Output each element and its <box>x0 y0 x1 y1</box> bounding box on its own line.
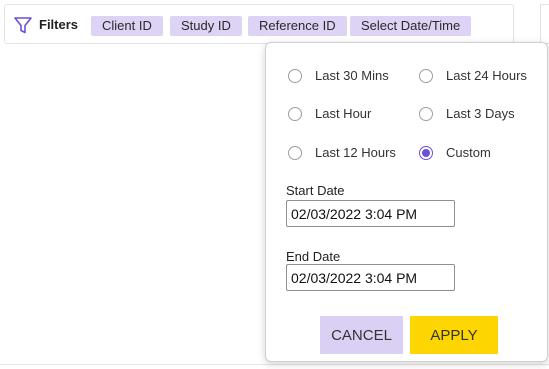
radio-button[interactable] <box>288 107 302 121</box>
date-time-dropdown: Last 30 Mins Last 24 Hours Last Hour Las… <box>265 42 548 362</box>
chip-study-id[interactable]: Study ID <box>170 16 242 36</box>
option-label: Last 12 Hours <box>315 145 396 160</box>
radio-button-selected[interactable] <box>419 146 433 160</box>
option-label: Last 24 Hours <box>446 68 527 83</box>
chip-select-date-time[interactable]: Select Date/Time <box>350 16 472 36</box>
start-date-label: Start Date <box>286 183 345 198</box>
start-date-input[interactable] <box>286 200 455 227</box>
radio-button[interactable] <box>419 107 433 121</box>
radio-button[interactable] <box>288 146 302 160</box>
chip-reference-id[interactable]: Reference ID <box>248 16 347 36</box>
option-label: Custom <box>446 145 491 160</box>
option-label: Last Hour <box>315 106 372 121</box>
option-label: Last 30 Mins <box>315 68 389 83</box>
bottom-divider <box>0 364 549 365</box>
filter-icon[interactable] <box>14 17 32 34</box>
cancel-button[interactable]: CANCEL <box>320 316 403 354</box>
end-date-input[interactable] <box>286 264 455 291</box>
filter-bar: Filters Client ID Study ID Reference ID … <box>4 4 514 44</box>
end-date-label: End Date <box>286 249 341 264</box>
option-label: Last 3 Days <box>446 106 515 121</box>
radio-button[interactable] <box>419 69 433 83</box>
chip-client-id[interactable]: Client ID <box>91 16 163 36</box>
filters-label: Filters <box>39 17 79 32</box>
radio-button[interactable] <box>288 69 302 83</box>
apply-button[interactable]: APPLY <box>410 316 498 354</box>
side-panel-edge <box>540 4 549 44</box>
